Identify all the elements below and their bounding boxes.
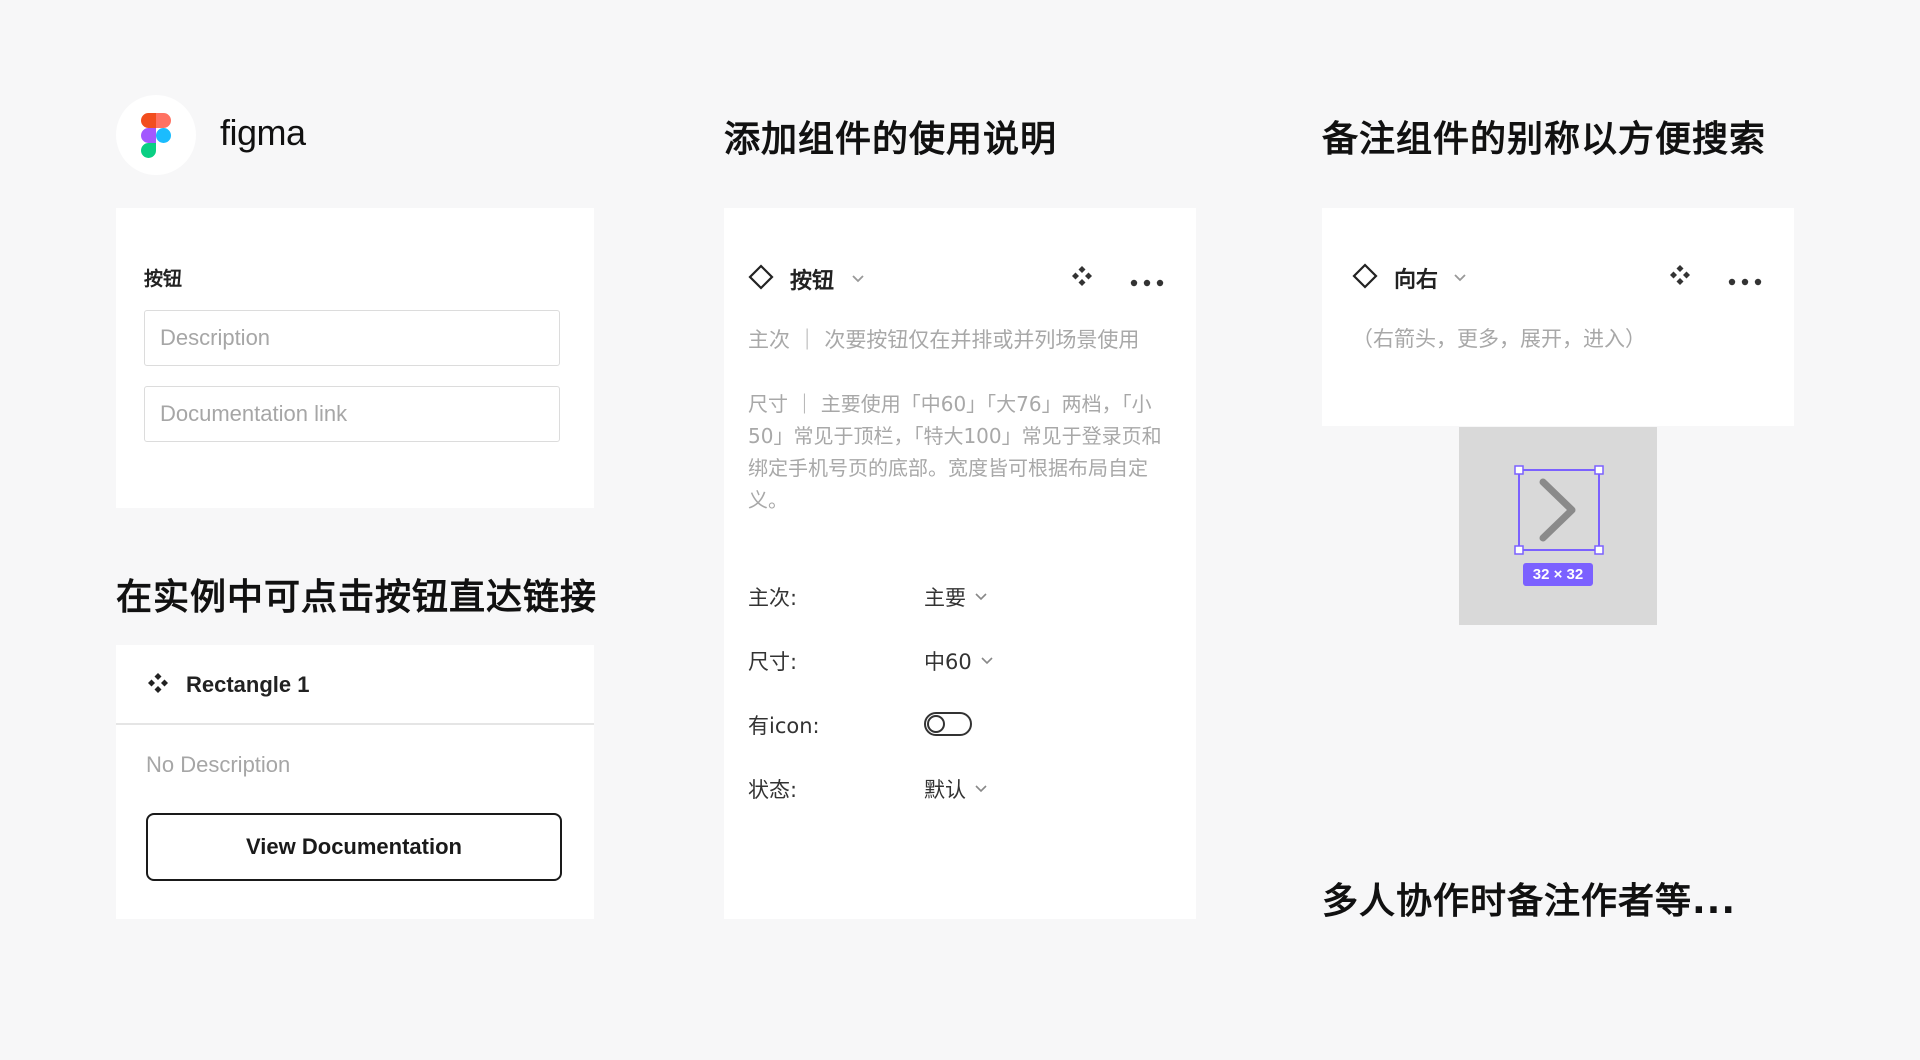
component-name-label: 按钮 — [144, 269, 183, 290]
usage-panel: 按钮 主次 ｜ 次要按钮仅在并排或并列场景使用 尺寸 ｜ 主要使用「中60」「大… — [724, 208, 1196, 919]
usage-description-priority: 主次 ｜ 次要按钮仅在并排或并列场景使用 — [748, 328, 1140, 352]
more-icon[interactable] — [1728, 273, 1762, 291]
prop-value-size: 中60 — [924, 650, 972, 674]
chevron-down-icon[interactable] — [1452, 271, 1468, 289]
alias-text: （右箭头，更多，展开，进入） — [1352, 327, 1646, 351]
more-icon[interactable] — [1130, 274, 1164, 292]
prop-value-priority: 主要 — [924, 586, 966, 610]
instance-panel: Rectangle 1 No Description View Document… — [116, 645, 594, 919]
usage-description-size: 尺寸 ｜ 主要使用「中60」「大76」两档，「小50」常见于顶栏，「特大100」… — [748, 392, 1162, 512]
component-icon[interactable] — [1668, 263, 1692, 292]
documentation-link-field[interactable] — [144, 386, 560, 442]
icon-preview-canvas[interactable] — [1459, 427, 1657, 625]
prop-value-state: 默认 — [924, 778, 966, 802]
prop-select-state[interactable]: 默认 — [924, 774, 988, 804]
figma-logo — [116, 95, 196, 175]
alias-panel: 向右 （右箭头，更多，展开，进入） — [1322, 208, 1794, 426]
chevron-down-icon — [981, 657, 993, 665]
selection-box[interactable] — [1459, 427, 1657, 625]
chevron-down-icon — [975, 785, 987, 793]
chevron-down-icon[interactable] — [850, 272, 866, 290]
size-badge: 32 × 32 — [1523, 563, 1593, 586]
usage-panel-title: 按钮 — [790, 268, 835, 293]
instance-panel-header: Rectangle 1 — [116, 645, 594, 725]
instance-title: Rectangle 1 — [186, 672, 310, 697]
prop-label-has-icon: 有icon: — [748, 714, 820, 738]
chevron-right-icon — [1539, 478, 1576, 542]
variant-diamond-icon — [748, 264, 774, 295]
has-icon-toggle[interactable] — [924, 712, 972, 736]
prop-label-state: 状态: — [748, 778, 798, 802]
variant-diamond-icon — [1352, 263, 1378, 294]
usage-section-heading: 添加组件的使用说明 — [724, 119, 1058, 160]
prop-label-size: 尺寸: — [748, 650, 798, 674]
component-icon[interactable] — [1070, 264, 1094, 293]
prop-select-size[interactable]: 中60 — [924, 646, 994, 676]
no-description-text: No Description — [146, 752, 291, 777]
component-icon — [146, 671, 170, 700]
view-documentation-button[interactable]: View Documentation — [146, 813, 562, 881]
brand-name: figma — [220, 112, 306, 153]
alias-section-heading: 备注组件的别称以方便搜索 — [1322, 119, 1767, 160]
prop-select-priority[interactable]: 主要 — [924, 582, 988, 612]
link-section-heading: 在实例中可点击按钮直达链接 — [116, 577, 598, 618]
alias-panel-title: 向右 — [1394, 267, 1439, 292]
description-field[interactable] — [144, 310, 560, 366]
prop-label-priority: 主次: — [748, 586, 798, 610]
collab-section-heading: 多人协作时备注作者等... — [1322, 881, 1737, 922]
toggle-knob — [927, 715, 945, 733]
chevron-down-icon — [975, 593, 987, 601]
documentation-panel: 按钮 — [116, 208, 594, 508]
figma-logo-icon — [141, 112, 171, 158]
